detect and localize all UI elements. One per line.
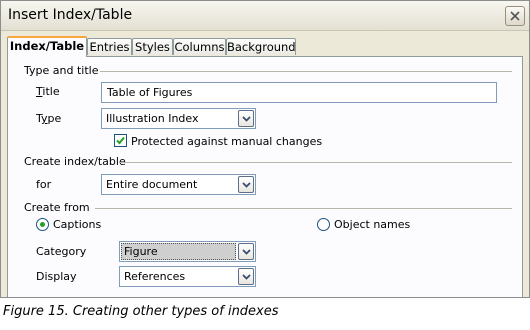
- create-from-heading: Create from: [24, 201, 90, 214]
- type-select-value: Illustration Index: [106, 112, 199, 125]
- type-select[interactable]: Illustration Index: [101, 108, 256, 129]
- section-divider: [100, 71, 512, 72]
- object-names-label[interactable]: Object names: [334, 218, 410, 231]
- tab-panel: Type and title Title Table of Figures Ty…: [7, 56, 523, 297]
- title-input[interactable]: Table of Figures: [101, 82, 497, 103]
- insert-index-dialog: Insert Index/Table Index/Table Entries S…: [0, 0, 530, 298]
- display-label: Display: [36, 270, 77, 283]
- captions-label[interactable]: Captions: [53, 218, 101, 231]
- display-select-value: References: [124, 270, 186, 283]
- title-bar[interactable]: Insert Index/Table: [1, 1, 529, 31]
- tab-index-table[interactable]: Index/Table: [7, 36, 87, 57]
- checkmark-icon: [116, 136, 125, 145]
- for-select-value: Entire document: [106, 178, 198, 191]
- type-and-title-heading: Type and title: [24, 64, 99, 77]
- tab-columns[interactable]: Columns: [173, 38, 226, 55]
- tab-styles[interactable]: Styles: [132, 38, 173, 55]
- protected-checkbox[interactable]: [114, 134, 127, 147]
- create-index-heading: Create index/table: [24, 155, 126, 168]
- type-label: Type: [36, 112, 62, 125]
- for-select[interactable]: Entire document: [101, 174, 256, 195]
- radio-selected-dot: [40, 222, 45, 227]
- category-select[interactable]: Figure: [119, 241, 256, 262]
- chevron-down-icon: [241, 115, 251, 122]
- tab-background[interactable]: Background: [226, 38, 296, 55]
- tab-entries[interactable]: Entries: [87, 38, 132, 55]
- chevron-down-icon: [241, 248, 251, 255]
- close-button[interactable]: [505, 6, 525, 26]
- chevron-down-icon: [241, 181, 251, 188]
- figure-caption: Figure 15. Creating other types of index…: [3, 304, 279, 319]
- type-select-dropdown[interactable]: [238, 110, 254, 127]
- object-names-radio[interactable]: [317, 218, 330, 231]
- display-select[interactable]: References: [119, 266, 256, 287]
- display-select-dropdown[interactable]: [238, 268, 254, 285]
- title-label: Title: [36, 85, 60, 98]
- category-select-value: Figure: [121, 243, 236, 260]
- for-label: for: [36, 178, 52, 191]
- category-label: Category: [36, 245, 87, 258]
- chevron-down-icon: [241, 273, 251, 280]
- category-select-dropdown[interactable]: [238, 243, 254, 260]
- section-divider: [95, 208, 512, 209]
- protected-label[interactable]: Protected against manual changes: [131, 135, 322, 148]
- dialog-title: Insert Index/Table: [8, 7, 133, 23]
- captions-radio[interactable]: [36, 218, 49, 231]
- for-select-dropdown[interactable]: [238, 176, 254, 193]
- close-icon: [510, 11, 520, 21]
- section-divider: [120, 162, 512, 163]
